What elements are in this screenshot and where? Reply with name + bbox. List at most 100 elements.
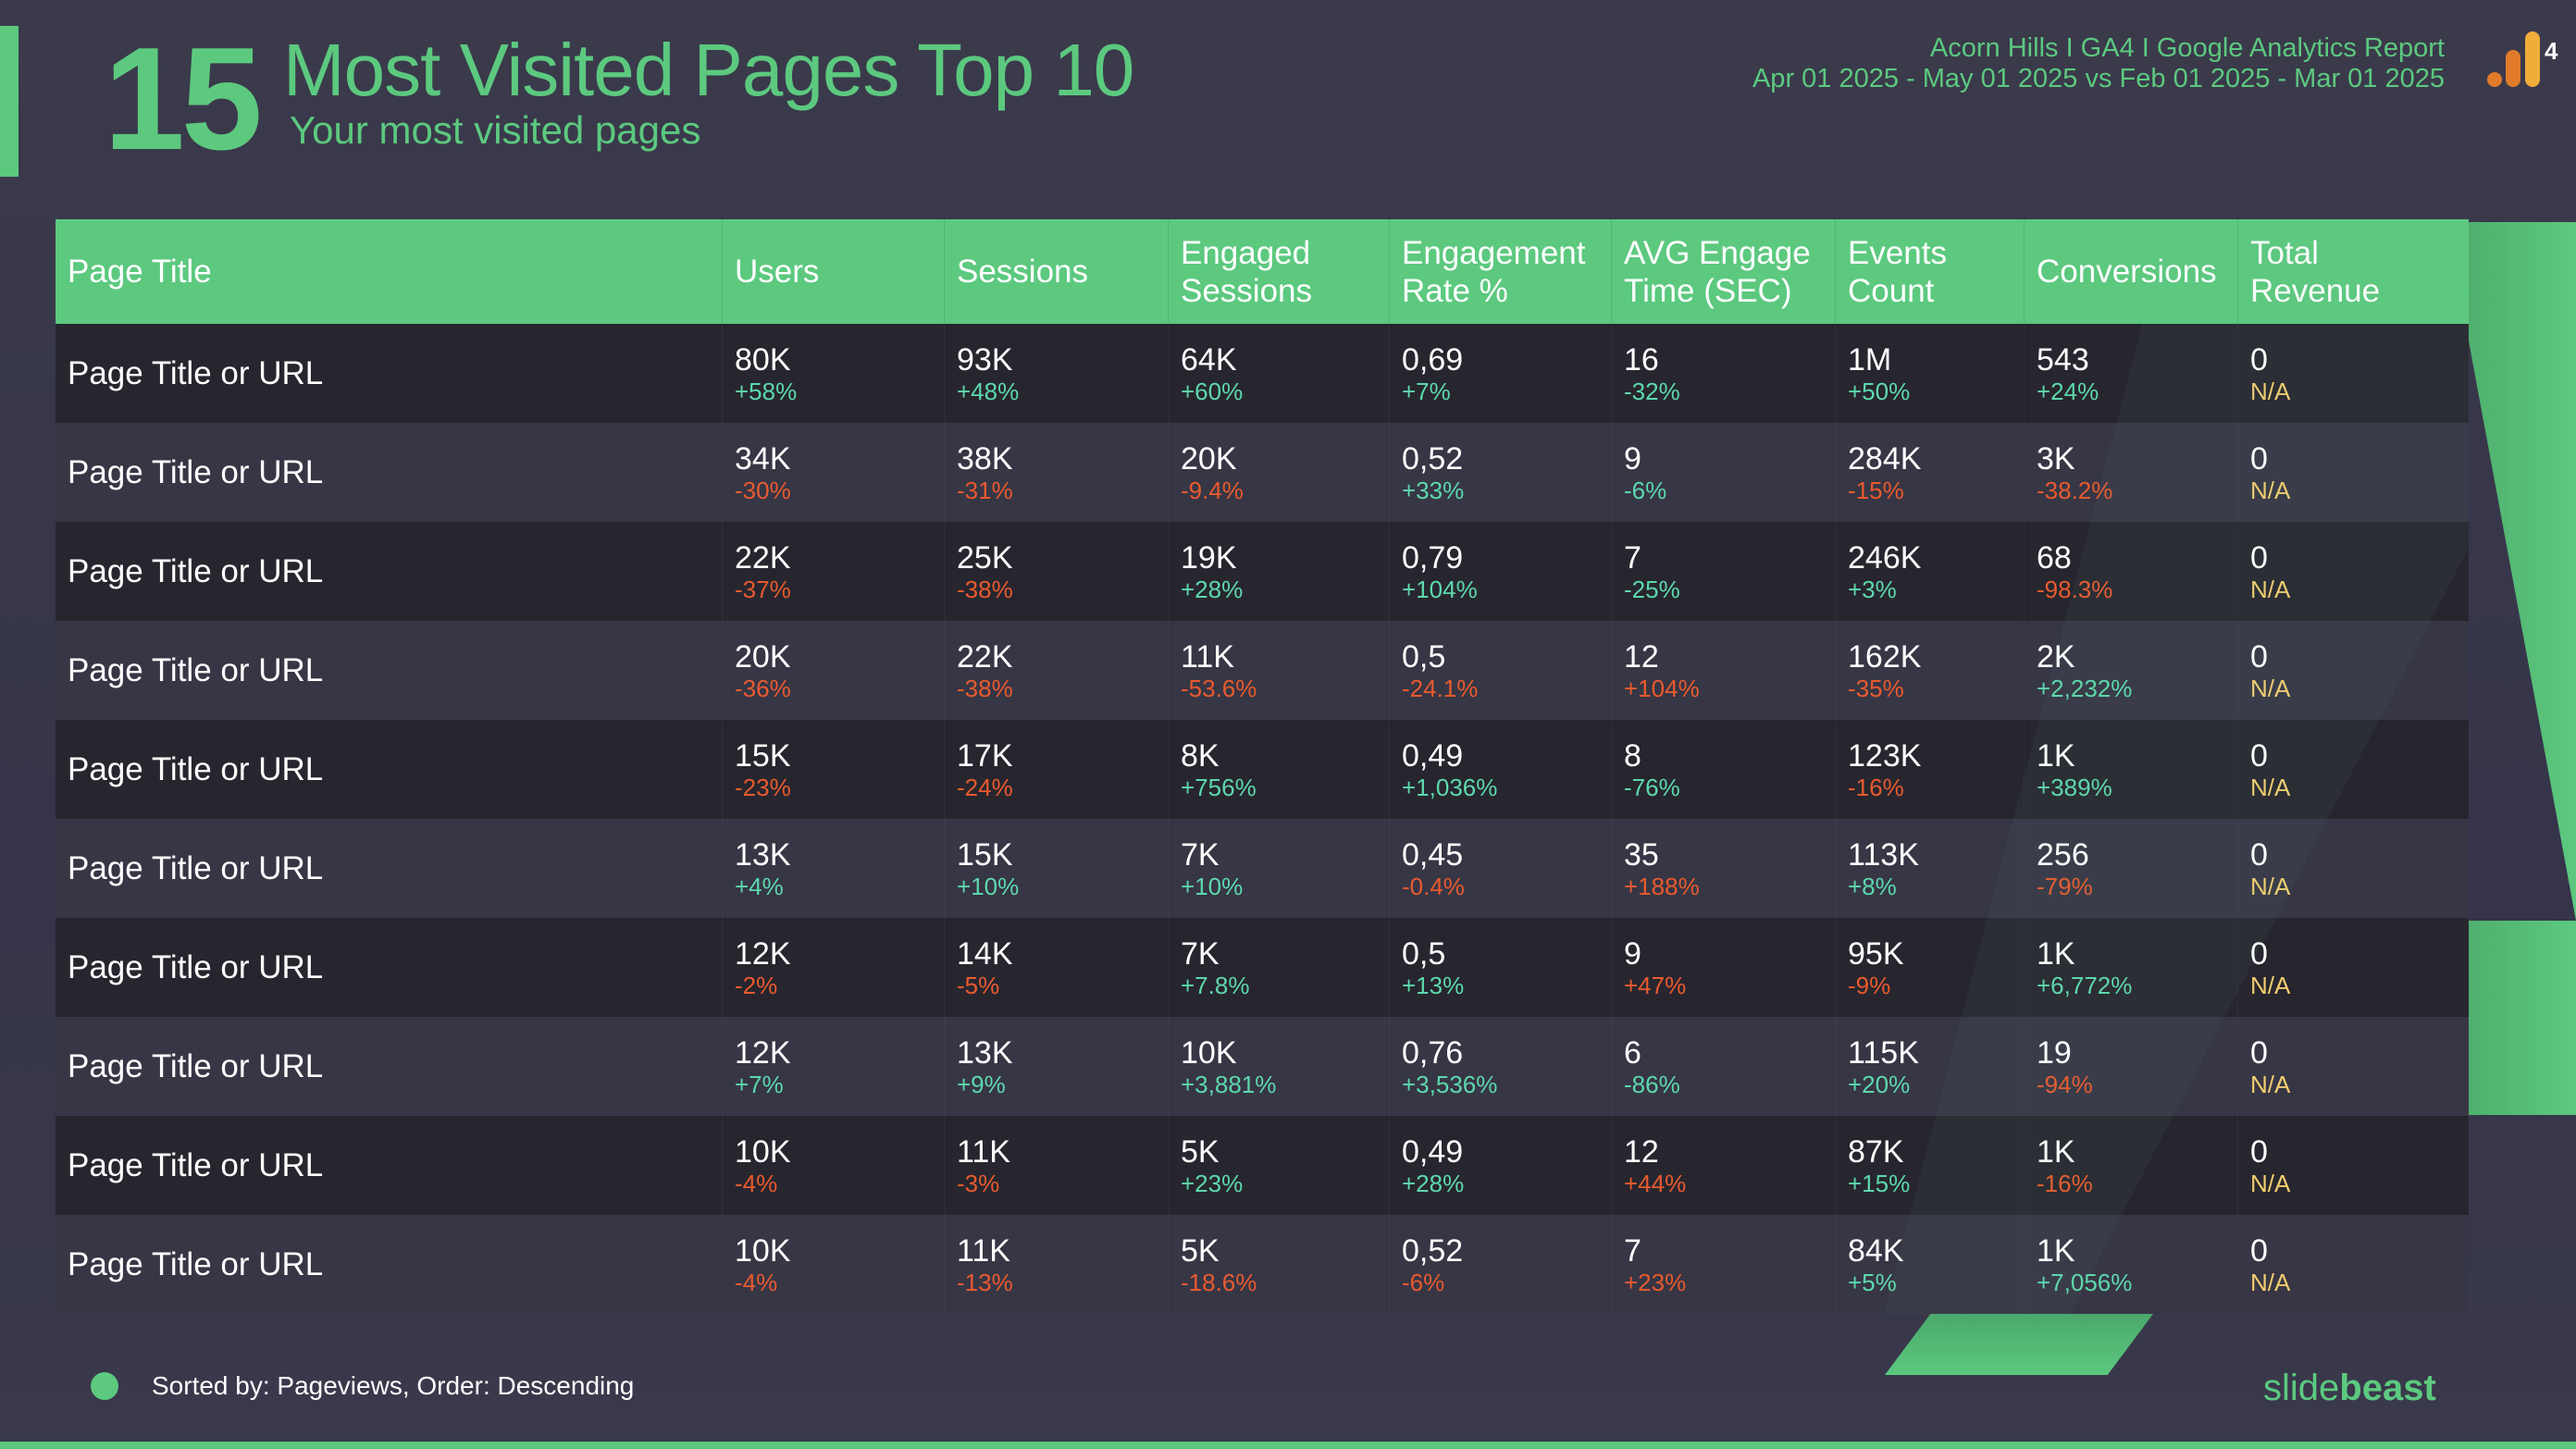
- column-header[interactable]: Page Title: [56, 219, 723, 324]
- metric-cell: 10K -4%: [723, 1215, 945, 1314]
- table-row: Page Title or URL 34K -30% 38K -31% 20K -9.4% 0…: [56, 423, 2469, 522]
- metric-cell: 0 N/A: [2238, 324, 2469, 423]
- metric-value: 14K: [957, 935, 1013, 972]
- metric-cell: 1K +6,772%: [2025, 918, 2238, 1017]
- table-row: Page Title or URL 80K +58% 93K +48% 64K +60% 0,…: [56, 324, 2469, 423]
- table-row: Page Title or URL 13K +4% 15K +10% 7K +10% 0,45…: [56, 819, 2469, 918]
- column-header[interactable]: AVG Engage Time (SEC): [1612, 219, 1836, 324]
- page-subtitle: Your most visited pages: [290, 108, 701, 152]
- metric-change: +10%: [957, 872, 1020, 900]
- metric-change: +13%: [1402, 971, 1465, 999]
- sort-note: Sorted by: Pageviews, Order: Descending: [152, 1371, 635, 1400]
- metric-change: -15%: [1848, 476, 1904, 504]
- table-row: Page Title or URL 10K -4% 11K -3% 5K +23% 0,49 +…: [56, 1116, 2469, 1215]
- column-header[interactable]: Users: [723, 219, 945, 324]
- metric-cell: 256 -79%: [2025, 819, 2238, 918]
- metric-change: -36%: [735, 674, 791, 702]
- metric-cell: 5K +23%: [1169, 1116, 1390, 1215]
- metric-change: N/A: [2250, 872, 2291, 900]
- metric-cell: 35 +188%: [1612, 819, 1836, 918]
- metric-change: -35%: [1848, 674, 1904, 702]
- metric-cell: 15K +10%: [945, 819, 1169, 918]
- metric-change: +3,536%: [1402, 1070, 1498, 1098]
- column-header[interactable]: Engaged Sessions: [1169, 219, 1390, 324]
- metric-cell: 80K +58%: [723, 324, 945, 423]
- metric-value: 12: [1624, 638, 1659, 675]
- column-header[interactable]: Conversions: [2025, 219, 2238, 324]
- metric-value: 0: [2250, 341, 2268, 378]
- table-row: Page Title or URL 20K -36% 22K -38% 11K -53.6%…: [56, 621, 2469, 720]
- metric-value: 80K: [735, 341, 791, 378]
- page-title-cell[interactable]: Page Title or URL: [56, 621, 723, 720]
- metric-cell: 10K +3,881%: [1169, 1017, 1390, 1116]
- metric-cell: 6 -86%: [1612, 1017, 1836, 1116]
- page-title-cell[interactable]: Page Title or URL: [56, 720, 723, 819]
- metric-cell: 10K -4%: [723, 1116, 945, 1215]
- metric-cell: 22K -38%: [945, 621, 1169, 720]
- metric-cell: 34K -30%: [723, 423, 945, 522]
- metric-value: 8: [1624, 737, 1641, 774]
- metric-value: 1K: [2037, 935, 2075, 972]
- page-title-cell[interactable]: Page Title or URL: [56, 819, 723, 918]
- page-title-cell[interactable]: Page Title or URL: [56, 1116, 723, 1215]
- metric-value: 7K: [1181, 935, 1220, 972]
- metric-cell: 1K -16%: [2025, 1116, 2238, 1215]
- metric-value: 9: [1624, 440, 1641, 477]
- decorative-parallelogram: [1885, 1314, 2153, 1375]
- metric-change: +3,881%: [1181, 1070, 1277, 1098]
- page-title-cell[interactable]: Page Title or URL: [56, 522, 723, 621]
- metric-value: 0: [2250, 638, 2268, 675]
- metric-change: +2,232%: [2037, 674, 2133, 702]
- metric-change: -16%: [1848, 773, 1904, 801]
- metric-value: 0,52: [1402, 1232, 1464, 1269]
- metric-value: 11K: [957, 1232, 1010, 1269]
- column-header[interactable]: Events Count: [1836, 219, 2025, 324]
- metric-cell: 93K +48%: [945, 324, 1169, 423]
- metric-cell: 11K -3%: [945, 1116, 1169, 1215]
- metric-change: N/A: [2250, 1070, 2291, 1098]
- metric-value: 0: [2250, 1133, 2268, 1170]
- metric-value: 11K: [957, 1133, 1010, 1170]
- metric-value: 10K: [735, 1232, 791, 1269]
- metric-change: -5%: [957, 971, 1000, 999]
- metric-change: +10%: [1181, 872, 1244, 900]
- metric-change: -9%: [1848, 971, 1891, 999]
- metric-value: 95K: [1848, 935, 1904, 972]
- metric-cell: 25K -38%: [945, 522, 1169, 621]
- metric-value: 0,5: [1402, 935, 1446, 972]
- metric-cell: 2K +2,232%: [2025, 621, 2238, 720]
- page-title-cell[interactable]: Page Title or URL: [56, 1017, 723, 1116]
- metric-value: 6: [1624, 1034, 1641, 1071]
- metric-change: +389%: [2037, 773, 2112, 801]
- column-header[interactable]: Sessions: [945, 219, 1169, 324]
- metric-change: N/A: [2250, 1169, 2291, 1197]
- ga4-logo-icon: 4: [2487, 31, 2558, 87]
- metric-cell: 87K +15%: [1836, 1116, 2025, 1215]
- metric-value: 25K: [957, 539, 1013, 576]
- metric-value: 15K: [957, 836, 1013, 873]
- page-title-cell[interactable]: Page Title or URL: [56, 918, 723, 1017]
- page-title-cell[interactable]: Page Title or URL: [56, 324, 723, 423]
- metric-change: +8%: [1848, 872, 1897, 900]
- metric-cell: 64K +60%: [1169, 324, 1390, 423]
- metric-value: 16: [1624, 341, 1659, 378]
- metric-value: 0,52: [1402, 440, 1464, 477]
- pages-table: Page Title Users Sessions Engaged Sessions E…: [56, 219, 2469, 1314]
- metric-cell: 0,52 +33%: [1390, 423, 1612, 522]
- metric-value: 0,49: [1402, 1133, 1464, 1170]
- metric-value: 0,49: [1402, 737, 1464, 774]
- metric-value: 17K: [957, 737, 1013, 774]
- column-header[interactable]: Total Revenue: [2238, 219, 2469, 324]
- metric-cell: 0 N/A: [2238, 819, 2469, 918]
- ga4-logo-label: 4: [2545, 37, 2558, 65]
- metric-value: 0: [2250, 836, 2268, 873]
- page-title-cell[interactable]: Page Title or URL: [56, 1215, 723, 1314]
- metric-cell: 162K -35%: [1836, 621, 2025, 720]
- metric-value: 12: [1624, 1133, 1659, 1170]
- metric-change: -76%: [1624, 773, 1680, 801]
- metric-cell: 7K +10%: [1169, 819, 1390, 918]
- metric-cell: 7 -25%: [1612, 522, 1836, 621]
- column-header[interactable]: Engagement Rate %: [1390, 219, 1612, 324]
- page-title-cell[interactable]: Page Title or URL: [56, 423, 723, 522]
- metric-cell: 0,52 -6%: [1390, 1215, 1612, 1314]
